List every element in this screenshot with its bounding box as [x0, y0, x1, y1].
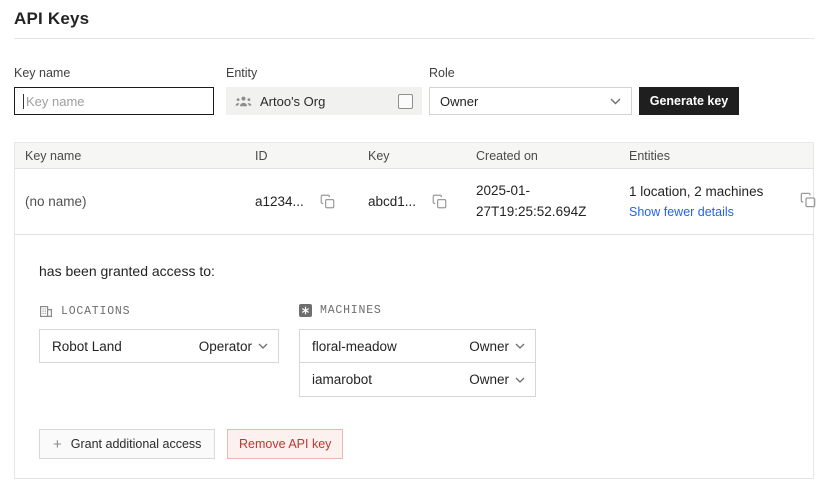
chevron-down-icon — [515, 377, 525, 383]
entity-field-group: Entity Artoo's Org — [226, 66, 422, 115]
header-id: ID — [255, 149, 368, 163]
location-name: Robot Land — [52, 339, 122, 354]
machine-role-value: Owner — [469, 339, 509, 354]
location-role-dropdown[interactable]: Operator — [199, 339, 268, 354]
chevron-down-icon — [515, 343, 525, 349]
role-label: Role — [429, 66, 632, 80]
cell-entities: 1 location, 2 machines Show fewer detail… — [629, 182, 786, 221]
entity-checkbox[interactable] — [398, 94, 413, 109]
locations-section-label: LOCATIONS — [61, 305, 130, 318]
machine-list-item: iamarobot Owner — [299, 363, 536, 397]
copy-id-button[interactable] — [320, 194, 335, 209]
machines-list: floral-meadow Owner iamarobot Owner — [299, 329, 536, 397]
machine-role-dropdown[interactable]: Owner — [469, 339, 525, 354]
created-on-value: 2025-01-27T19:25:52.694Z — [476, 181, 614, 223]
machine-list-item: floral-meadow Owner — [299, 329, 536, 363]
table-row: (no name) a1234... abcd1... 2025-01-27T1… — [15, 169, 813, 235]
key-name-input[interactable]: Key name — [14, 87, 214, 115]
role-field-group: Role Owner — [429, 66, 632, 115]
header-key: Key — [368, 149, 476, 163]
entity-value: Artoo's Org — [260, 94, 325, 109]
locations-section-header: LOCATIONS — [39, 304, 130, 318]
role-select[interactable]: Owner — [429, 87, 632, 115]
copy-key-button[interactable] — [432, 194, 447, 209]
remove-api-key-button[interactable]: Remove API key — [227, 429, 343, 459]
key-value: abcd1... — [368, 194, 416, 209]
text-caret — [23, 94, 24, 109]
machine-icon — [299, 304, 312, 317]
show-fewer-details-link[interactable]: Show fewer details — [629, 205, 734, 219]
building-icon — [39, 304, 53, 318]
copy-row-button[interactable] — [800, 192, 816, 208]
header-entities: Entities — [629, 149, 786, 163]
cell-key-name: (no name) — [15, 194, 255, 209]
role-value: Owner — [440, 94, 478, 109]
machine-name: floral-meadow — [312, 339, 397, 354]
copy-icon — [320, 194, 335, 209]
copy-icon — [800, 192, 816, 208]
key-name-field-group: Key name Key name — [14, 66, 214, 115]
header-created-on: Created on — [476, 149, 629, 163]
machine-role-dropdown[interactable]: Owner — [469, 372, 525, 387]
machine-role-value: Owner — [469, 372, 509, 387]
key-details-panel: has been granted access to: LOCATIONS MA… — [15, 235, 813, 478]
entity-label: Entity — [226, 66, 422, 80]
machine-name: iamarobot — [312, 372, 372, 387]
cell-created-on: 2025-01-27T19:25:52.694Z — [476, 181, 629, 223]
page-title: API Keys — [14, 9, 89, 29]
cell-key: abcd1... — [368, 194, 476, 209]
generate-key-button[interactable]: Generate key — [639, 87, 739, 115]
machines-section-header: MACHINES — [299, 304, 382, 317]
access-intro-text: has been granted access to: — [39, 263, 215, 279]
location-role-value: Operator — [199, 339, 252, 354]
plus-icon: + — [53, 437, 62, 452]
cell-id: a1234... — [255, 194, 368, 209]
chevron-down-icon — [610, 98, 621, 105]
grant-additional-access-label: Grant additional access — [71, 437, 202, 451]
title-divider — [14, 38, 814, 39]
header-key-name: Key name — [15, 149, 255, 163]
machines-section-label: MACHINES — [320, 304, 382, 317]
table-header-row: Key name ID Key Created on Entities — [15, 142, 813, 169]
organization-icon — [235, 95, 252, 108]
api-keys-table: Key name ID Key Created on Entities (no … — [14, 142, 814, 479]
location-list-item: Robot Land Operator — [39, 329, 279, 363]
entity-selector[interactable]: Artoo's Org — [226, 87, 422, 115]
locations-list: Robot Land Operator — [39, 329, 279, 363]
entities-summary: 1 location, 2 machines — [629, 182, 771, 202]
key-name-label: Key name — [14, 66, 214, 80]
id-value: a1234... — [255, 194, 304, 209]
chevron-down-icon — [258, 343, 268, 349]
cell-row-actions — [786, 192, 816, 211]
copy-icon — [432, 194, 447, 209]
key-name-placeholder: Key name — [26, 94, 85, 109]
grant-additional-access-button[interactable]: + Grant additional access — [39, 429, 215, 459]
